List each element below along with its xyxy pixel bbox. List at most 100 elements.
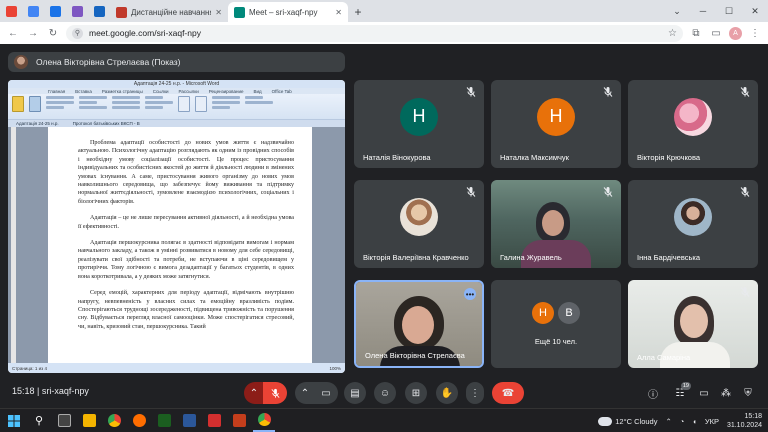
minimize-icon[interactable]: ─ — [690, 0, 716, 22]
pdf-button[interactable] — [203, 410, 225, 432]
tab-meet[interactable]: Meet – sri-xaqf-npy ✕ — [228, 2, 348, 22]
participant-name: Галина Журавель — [500, 253, 562, 262]
profile-avatar[interactable]: A — [729, 26, 742, 40]
word-button[interactable] — [178, 410, 200, 432]
raise-hand-button[interactable]: ✋ — [436, 382, 458, 404]
mic-options-chevron-icon[interactable]: ⌃ — [244, 382, 264, 404]
doc-paragraph: Адаптація першокурсника полягає в здатно… — [78, 240, 294, 280]
app-icon — [157, 414, 171, 427]
ribbon-group — [245, 96, 273, 117]
more-options-button[interactable]: ⋮ — [466, 382, 484, 404]
volume-icon[interactable]: ◖ — [692, 417, 697, 426]
tab-app-4[interactable] — [66, 0, 88, 22]
taskview-button[interactable] — [53, 410, 75, 432]
host-controls-icon[interactable]: ⛨ — [741, 386, 755, 400]
mic-off-icon — [270, 388, 280, 398]
tab-app-3[interactable] — [44, 0, 66, 22]
mic-toggle-button[interactable] — [263, 382, 287, 404]
sidebar-icon[interactable]: ▭ — [709, 26, 723, 40]
participant-video-tile[interactable]: Алла Самаріна — [628, 280, 758, 368]
chat-icon[interactable]: ▭ — [697, 386, 711, 400]
more-options-icon[interactable]: ••• — [464, 288, 476, 300]
file-explorer-button[interactable] — [78, 410, 100, 432]
forward-icon[interactable]: → — [26, 26, 40, 40]
language-indicator[interactable]: УКР — [705, 417, 719, 426]
captions-button[interactable]: ▤ — [344, 382, 366, 404]
tab-search-icon[interactable]: ⌄ — [664, 0, 690, 22]
tab-title: Meet – sri-xaqf-npy — [249, 7, 318, 17]
status-page: Страница: 1 из 4 — [12, 365, 47, 371]
participant-name: Вікторія Валеріївна Кравченко — [363, 253, 469, 262]
participant-name: Інна Бардічевська — [637, 253, 701, 262]
leave-call-button[interactable]: ☎ — [492, 382, 524, 404]
avatar: В — [558, 302, 580, 325]
chrome-active-button[interactable] — [253, 410, 275, 432]
avatar: Н — [532, 302, 554, 325]
meet-favicon-icon — [234, 6, 245, 18]
start-button[interactable] — [3, 410, 25, 432]
doc-tab: Протокол батьківських ВКСП - В — [72, 121, 140, 126]
document-page: Проблема адаптації особистості до нових … — [48, 127, 312, 363]
extensions-icon[interactable]: ⧉ — [689, 26, 703, 40]
more-participants-tile[interactable]: Н В Ещё 10 чел. — [491, 280, 621, 368]
present-button[interactable]: ⊞ — [405, 382, 427, 404]
people-icon[interactable]: ☷ 19 — [673, 382, 691, 400]
cloud-icon — [598, 416, 613, 426]
close-tab-icon[interactable]: ✕ — [215, 8, 222, 17]
bookmark-star-icon[interactable]: ☆ — [668, 28, 677, 39]
camera-options-chevron-icon[interactable]: ⌃ — [295, 382, 315, 404]
presenter-video-tile[interactable]: ••• Олена Вікторівна Стрелаєва — [354, 280, 484, 368]
clock[interactable]: 15:18 31.10.2024 — [727, 412, 762, 430]
new-tab-button[interactable]: + — [348, 2, 368, 22]
avatar-group: Н В — [532, 302, 580, 325]
app-icon — [49, 5, 61, 17]
participant-video-tile[interactable]: Галина Журавель — [491, 180, 621, 268]
close-tab-icon[interactable]: ✕ — [335, 8, 342, 17]
participant-tile[interactable]: Вікторія Валеріївна Кравченко — [354, 180, 484, 268]
chrome-button[interactable] — [103, 410, 125, 432]
avatar — [400, 197, 438, 236]
powerpoint-button[interactable] — [228, 410, 250, 432]
camera-toggle-button[interactable]: ▭ — [314, 382, 338, 404]
participant-name: Наталія Вінокурова — [363, 153, 431, 162]
app-icon — [27, 5, 39, 17]
firefox-button[interactable] — [128, 410, 150, 432]
tab-gmail[interactable] — [0, 0, 22, 22]
meeting-time-and-code: 15:18 | sri-xaqf-npy — [12, 386, 89, 396]
search-button[interactable]: ⚲ — [28, 410, 50, 432]
avatar — [674, 97, 712, 136]
site-info-icon[interactable]: ⚲ — [72, 27, 83, 39]
participant-tile[interactable]: Н Наталія Вінокурова — [354, 80, 484, 168]
network-icon[interactable]: ◔ — [680, 417, 685, 426]
ribbon-tab: Рецензирование — [208, 88, 244, 94]
mic-off-icon — [740, 187, 750, 197]
participant-name: Наталка Максимчук — [500, 153, 569, 162]
participant-tile[interactable]: Інна Бардічевська — [628, 180, 758, 268]
tab-distance-learning[interactable]: Дистанційне навчання в ВСП ✕ — [110, 2, 228, 22]
participant-tile[interactable]: Вікторія Крючкова — [628, 80, 758, 168]
activities-icon[interactable]: ⁂ — [719, 386, 733, 400]
tab-app-5[interactable] — [88, 0, 110, 22]
info-icon[interactable]: ⓘ — [646, 386, 660, 401]
reactions-button[interactable]: ☺ — [374, 382, 396, 404]
windows-taskbar: ⚲ 12°C Cloudy ⌃ ◔ ◖ УКР 15:18 31.10.2024 — [0, 408, 768, 432]
ribbon-button-icon — [195, 96, 207, 112]
camera-icon: ▭ — [321, 387, 331, 399]
back-icon[interactable]: ← — [6, 26, 20, 40]
menu-kebab-icon[interactable]: ⋮ — [748, 26, 762, 40]
app-button[interactable] — [153, 410, 175, 432]
site-favicon-icon — [116, 6, 127, 18]
tab-app-2[interactable] — [22, 0, 44, 22]
url-text: meet.google.com/sri-xaqf-npy — [89, 28, 201, 38]
tab-title: Дистанційне навчання в ВСП — [131, 7, 212, 17]
reload-icon[interactable]: ↻ — [46, 26, 60, 40]
participant-tile[interactable]: Н Наталка Максимчук — [491, 80, 621, 168]
maximize-icon[interactable]: ☐ — [716, 0, 742, 22]
omnibox[interactable]: ⚲ meet.google.com/sri-xaqf-npy ☆ — [66, 24, 683, 42]
weather-widget[interactable]: 12°C Cloudy — [598, 416, 657, 426]
close-window-icon[interactable]: ✕ — [742, 0, 768, 22]
avatar: Н — [537, 97, 575, 136]
search-icon: ⚲ — [34, 415, 44, 427]
tray-chevron-icon[interactable]: ⌃ — [665, 417, 671, 426]
clock-date: 31.10.2024 — [726, 422, 762, 429]
